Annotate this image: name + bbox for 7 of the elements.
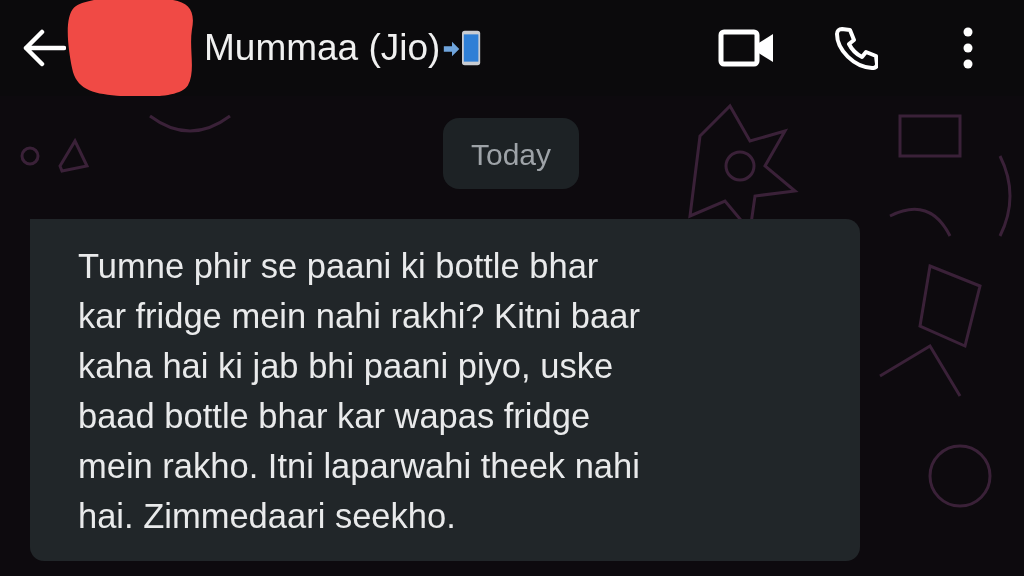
more-options-icon[interactable] [962,26,974,70]
phone-call-icon[interactable] [834,26,878,70]
contact-name[interactable]: Mummaa (Jio) [204,27,441,69]
date-chip: Today [442,118,580,189]
back-arrow-icon[interactable] [22,28,66,68]
message-text: Tumne phir se paani ki bottle bhar kar fridge mein nahi rakhi? Kitni baar kaha hai ki jab bhi paani piyo, uske baad bottle bhar kar wapas fridge mein rakho. Itni laparwahi theek nahi hai. Zimmedaari seekho. [78,246,641,537]
phone-arrow-icon [442,28,483,68]
